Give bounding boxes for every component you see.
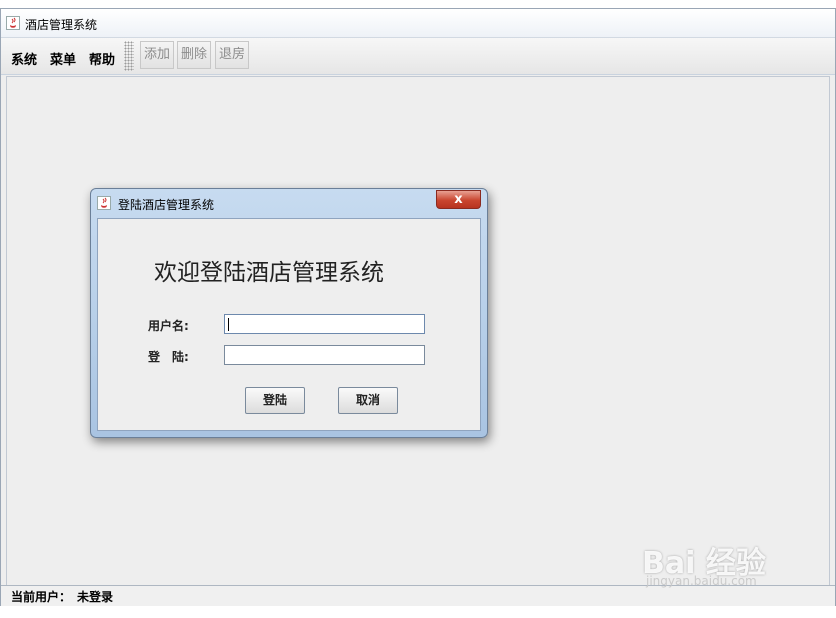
menu-system[interactable]: 系统	[11, 49, 37, 68]
add-button[interactable]: 添加	[140, 41, 174, 69]
login-button[interactable]: 登陆	[245, 387, 305, 414]
baidu-watermark: Bai 经验 jingyan.baidu.com	[642, 530, 822, 590]
text-caret	[228, 318, 229, 331]
cancel-button[interactable]: 取消	[338, 387, 398, 414]
menu-menu[interactable]: 菜单	[50, 49, 76, 68]
window-titlebar[interactable]: 酒店管理系统	[1, 9, 835, 38]
checkout-button[interactable]: 退房	[215, 41, 249, 69]
menu-bar: 系统 菜单 帮助 添加 删除 退房	[1, 38, 835, 75]
welcome-heading: 欢迎登陆酒店管理系统	[154, 260, 384, 286]
password-label: 登 陆:	[148, 350, 189, 364]
dialog-title: 登陆酒店管理系统	[118, 198, 215, 212]
login-dialog: 登陆酒店管理系统 x 欢迎登陆酒店管理系统 用户名: 登 陆: 登陆 取消	[90, 188, 488, 438]
password-input[interactable]	[224, 345, 425, 365]
java-cup-icon	[6, 16, 20, 30]
dialog-titlebar[interactable]: 登陆酒店管理系统 x	[91, 189, 487, 217]
close-icon: x	[454, 192, 463, 207]
username-input[interactable]	[224, 314, 425, 334]
dialog-body: 欢迎登陆酒店管理系统 用户名: 登 陆: 登陆 取消	[97, 218, 481, 431]
current-user-label: 当前用户：	[11, 590, 72, 604]
current-user-status: 当前用户： 未登录	[11, 588, 113, 605]
window-title: 酒店管理系统	[25, 18, 98, 32]
java-cup-icon	[97, 196, 111, 210]
current-user-value: 未登录	[77, 590, 114, 604]
delete-button[interactable]: 删除	[177, 41, 211, 69]
toolbar-grip-handle[interactable]	[124, 41, 134, 71]
close-button[interactable]: x	[436, 190, 481, 209]
menu-help[interactable]: 帮助	[89, 49, 115, 68]
username-label: 用户名:	[148, 319, 189, 333]
watermark-url: jingyan.baidu.com	[646, 574, 757, 588]
